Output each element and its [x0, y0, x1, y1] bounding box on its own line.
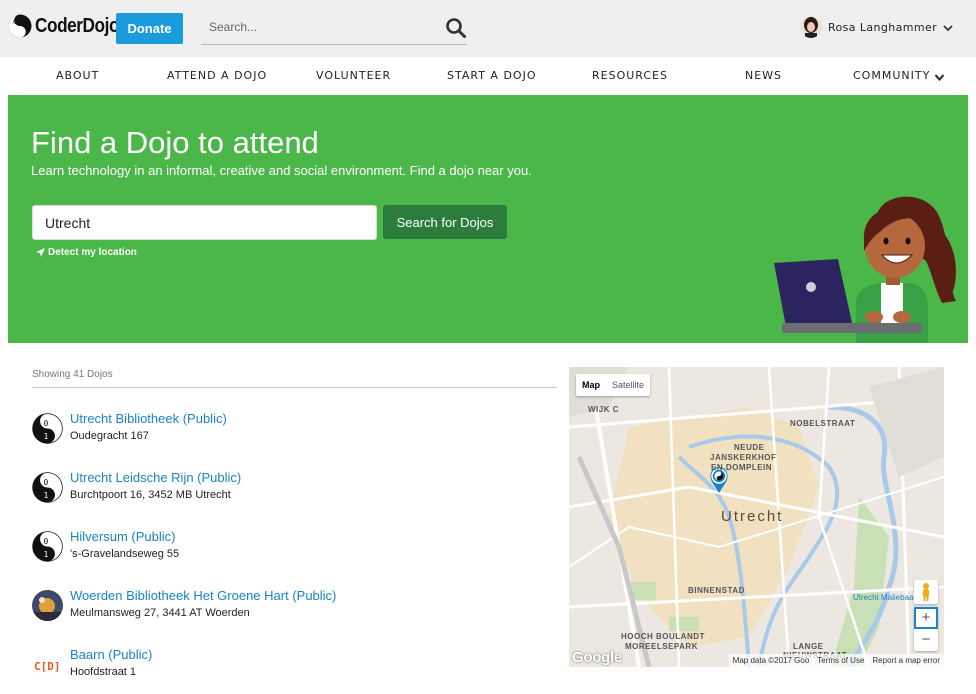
location-arrow-icon: [36, 248, 45, 257]
zoom-control: + −: [914, 607, 938, 651]
coderdojo-logo-icon: 01: [32, 413, 63, 444]
cdj-logo-icon: C[D]: [32, 649, 63, 680]
dojo-address: Hoofdstraat 1: [70, 666, 137, 678]
svg-text:1: 1: [44, 491, 49, 500]
map-footer: Google Map data ©2017 Goo Terms of Use R…: [569, 649, 944, 667]
list-item: 01 Hilversum (Public) 's-Gravelandseweg …: [32, 529, 179, 562]
nav-item-about[interactable]: ABOUT: [56, 69, 99, 82]
nav-item-attend-a-dojo[interactable]: ATTEND A DOJO: [167, 69, 267, 82]
nav-item-volunteer[interactable]: VOLUNTEER: [316, 69, 391, 82]
svg-text:1: 1: [44, 550, 49, 559]
svg-text:0: 0: [44, 478, 49, 487]
map-type-map-button[interactable]: Map: [576, 374, 606, 396]
svg-text:1: 1: [44, 432, 49, 441]
user-name: Rosa Langhammer: [828, 20, 938, 34]
terms-of-use-link[interactable]: Terms of Use: [813, 654, 868, 667]
avatar: [800, 16, 822, 38]
list-item: 01 Utrecht Bibliotheek (Public) Oudegrac…: [32, 411, 227, 444]
list-item: C[D] Baarn (Public) Hoofdstraat 1: [32, 647, 152, 680]
page-title: Find a Dojo to attend: [31, 125, 319, 160]
svg-text:0: 0: [13, 19, 17, 26]
street-view-pegman[interactable]: [914, 580, 938, 604]
chevron-down-icon[interactable]: [942, 22, 954, 34]
map-label: WIJK C: [588, 405, 619, 414]
map-attribution: Map data ©2017 Goo Terms of Use Report a…: [728, 654, 944, 667]
user-menu[interactable]: Rosa Langhammer: [800, 16, 937, 38]
map-city-label: Utrecht: [721, 508, 784, 525]
search-for-dojos-button[interactable]: Search for Dojos: [383, 205, 507, 239]
search-input[interactable]: [209, 20, 439, 34]
map-label: EN DOMPLEIN: [711, 463, 773, 472]
report-map-error-link[interactable]: Report a map error: [868, 654, 944, 667]
dojo-address: Meulmansweg 27, 3441 AT Woerden: [70, 607, 250, 619]
dojo-name-link[interactable]: Hilversum (Public): [70, 529, 179, 544]
map-label: NOBELSTRAAT: [790, 419, 856, 428]
coderdojo-logo-icon: 01: [32, 531, 63, 562]
dojo-name-link[interactable]: Utrecht Leidsche Rijn (Public): [70, 470, 241, 485]
coderdojo-logo-icon: 01: [32, 472, 63, 503]
coderdojo-logo[interactable]: 0 1 CoderDojo: [8, 14, 133, 38]
detect-location-link[interactable]: Detect my location: [36, 247, 137, 258]
divider: [32, 387, 557, 388]
hero-banner: Find a Dojo to attend Learn technology i…: [8, 95, 968, 343]
map-label: Utrecht Maliebaan: [853, 593, 918, 602]
search-icon[interactable]: [445, 17, 467, 39]
girl-with-laptop-illustration: [774, 196, 956, 343]
dojo-address: Oudegracht 167: [70, 430, 149, 442]
map-label: HOOCH BOULANDT: [621, 632, 705, 641]
detect-location-label: Detect my location: [48, 247, 137, 258]
nav-item-resources[interactable]: RESOURCES: [592, 69, 668, 82]
svg-text:0: 0: [44, 419, 49, 428]
donate-button[interactable]: Donate: [116, 13, 183, 44]
svg-text:1: 1: [22, 28, 26, 35]
map-label: JANSKERKHOF: [710, 453, 777, 462]
map-data-text: Map data ©2017 Goo: [732, 656, 810, 665]
nav-item-start-a-dojo[interactable]: START A DOJO: [447, 69, 536, 82]
pegman-icon: [923, 583, 929, 601]
main-nav: ABOUT ATTEND A DOJO VOLUNTEER START A DO…: [8, 57, 968, 95]
map-type-satellite-button[interactable]: Satellite: [606, 374, 650, 396]
map-label: MOREELSEPARK: [625, 642, 698, 651]
dojo-name-link[interactable]: Baarn (Public): [70, 647, 152, 662]
svg-text:0: 0: [44, 537, 49, 546]
yin-yang-icon: 0 1: [8, 14, 32, 38]
top-bar: 0 1 CoderDojo Donate Rosa Langhammer: [0, 0, 976, 57]
dojo-name-link[interactable]: Utrecht Bibliotheek (Public): [70, 411, 227, 426]
chevron-down-icon[interactable]: [934, 73, 945, 82]
map-label: NEUDE: [734, 443, 765, 452]
hero-subtitle: Learn technology in an informal, creativ…: [31, 163, 532, 178]
photo-logo-icon: [32, 590, 63, 621]
map-label: LANGE: [793, 642, 824, 651]
dojo-address: Burchtpoort 16, 3452 MB Utrecht: [70, 489, 231, 501]
map-type-control: Map Satellite: [576, 374, 651, 396]
list-item: Woerden Bibliotheek Het Groene Hart (Pub…: [32, 588, 336, 621]
svg-text:C[D]: C[D]: [34, 660, 61, 673]
results-count: Showing 41 Dojos: [32, 369, 113, 380]
google-logo: Google: [572, 649, 622, 666]
nav-item-news[interactable]: NEWS: [745, 69, 782, 82]
zoom-in-button[interactable]: +: [914, 607, 938, 629]
dojo-map[interactable]: WIJK C NOBELSTRAAT NEUDE JANSKERKHOF EN …: [569, 367, 944, 667]
dojo-address: 's-Gravelandseweg 55: [70, 548, 180, 560]
logo-text: CoderDojo: [35, 14, 120, 37]
location-input[interactable]: [32, 205, 377, 240]
nav-item-community[interactable]: COMMUNITY: [853, 69, 930, 82]
map-label: BINNENSTAD: [688, 586, 745, 595]
zoom-out-button[interactable]: −: [914, 629, 938, 651]
dojo-name-link[interactable]: Woerden Bibliotheek Het Groene Hart (Pub…: [70, 588, 336, 603]
site-search: [201, 14, 467, 45]
list-item: 01 Utrecht Leidsche Rijn (Public) Burcht…: [32, 470, 241, 503]
